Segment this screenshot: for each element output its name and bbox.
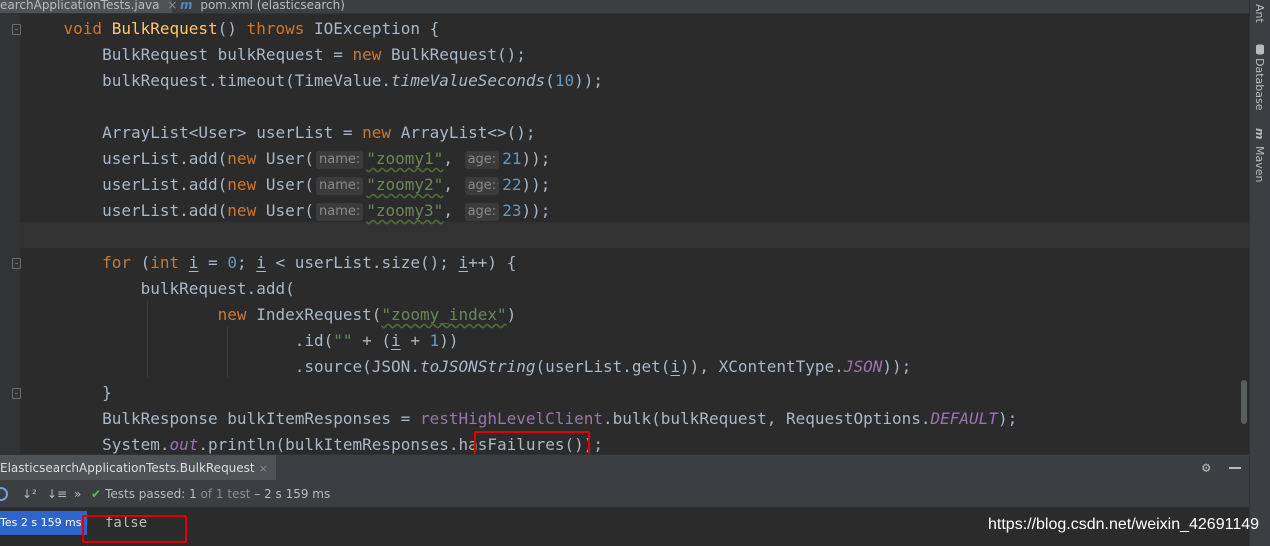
code-line-5: ArrayList<User> userList = new ArrayList… — [102, 123, 536, 142]
code-line-7: userList.add(new User(name: "zoomy2", age… — [102, 175, 551, 195]
tab-pom-xml[interactable]: m pom.xml (elasticsearch) — [174, 0, 345, 13]
passed-count: 1 — [189, 487, 197, 501]
console-area: Tes 2 s 159 ms false https://blog.csdn.n… — [0, 508, 1259, 546]
gear-icon[interactable]: ⚙ — [1202, 461, 1210, 475]
parameter-hint: name: — [316, 203, 364, 221]
code-line-2: BulkRequest bulkRequest = new BulkReques… — [102, 45, 526, 64]
tab-label: earchApplicationTests.java — [0, 0, 160, 12]
current-line-highlight — [20, 222, 1249, 248]
fold-marker-icon[interactable] — [12, 388, 21, 399]
run-toolbar: ↓² ↓≡ » ✔ Tests passed: 1 of 1 test – 2 s… — [0, 480, 1249, 508]
parameter-hint: age: — [464, 203, 500, 221]
parameter-hint: name: — [316, 151, 364, 169]
run-tab-bulk-request[interactable]: ElasticsearchApplicationTests.BulkReques… — [0, 455, 276, 481]
panel-divider[interactable] — [87, 508, 88, 546]
maven-icon: m — [1253, 128, 1266, 140]
maven-file-icon: m — [180, 0, 193, 12]
code-line-6: userList.add(new User(name: "zoomy1", age… — [102, 149, 551, 169]
parameter-hint: age: — [464, 177, 500, 195]
scrollbar-thumb[interactable] — [1241, 380, 1247, 424]
code-line-12: new IndexRequest("zoomy_index") — [217, 305, 517, 324]
code-line-14: .source(JSON.toJSONString(userList.get(i… — [294, 357, 912, 376]
check-icon: ✔ — [91, 487, 102, 501]
code-line-17: System.out.println(bulkItemResponses.has… — [102, 435, 603, 454]
sort-by-duration-icon[interactable]: ↓≡ — [47, 480, 67, 508]
code-line-3: bulkRequest.timeout(TimeValue.timeValueS… — [102, 71, 603, 90]
watermark-text: https://blog.csdn.net/weixin_42691149 — [988, 516, 1260, 533]
code-line-8: userList.add(new User(name: "zoomy3", age… — [102, 201, 551, 221]
code-line-15: } — [102, 383, 112, 402]
code-line-13: .id("" + (i + 1)) — [294, 331, 459, 350]
fold-marker-icon[interactable] — [12, 24, 21, 35]
console-output: false — [105, 515, 148, 531]
editor-scrollbar[interactable] — [1238, 14, 1249, 454]
minimize-icon[interactable] — [1229, 467, 1241, 469]
parameter-hint: name: — [316, 177, 364, 195]
parameter-hint: age: — [464, 151, 500, 169]
code-line-11: bulkRequest.add( — [140, 279, 295, 298]
database-icon — [1256, 44, 1264, 55]
database-tool-button[interactable]: Database — [1253, 58, 1266, 111]
run-tab-label: ElasticsearchApplicationTests.BulkReques… — [0, 461, 255, 475]
editor-tab-bar: earchApplicationTests.java × m pom.xml (… — [0, 0, 1249, 14]
code-line-10: for (int i = 0; i < userList.size(); i++… — [102, 253, 517, 272]
sort-alphabetically-icon[interactable]: ↓² — [22, 480, 37, 508]
rerun-icon[interactable] — [0, 487, 8, 501]
right-tool-strip: Ant Database m Maven — [1249, 0, 1270, 546]
run-panel-header: ElasticsearchApplicationTests.BulkReques… — [0, 454, 1249, 481]
test-status: ✔ Tests passed: 1 of 1 test – 2 s 159 ms — [91, 487, 331, 501]
tab-label: pom.xml (elasticsearch) — [200, 0, 345, 12]
close-icon[interactable]: × — [259, 462, 268, 475]
code-line-1: void BulkRequest() throws IOException { — [63, 19, 440, 38]
ant-tool-button[interactable]: Ant — [1253, 4, 1266, 23]
maven-tool-button[interactable]: Maven — [1253, 146, 1266, 182]
code-editor[interactable]: void BulkRequest() throws IOException { … — [0, 14, 1249, 454]
test-tree-item[interactable]: Tes 2 s 159 ms — [0, 511, 87, 535]
expand-toolbar-icon[interactable]: » — [74, 480, 81, 508]
has-failures-method: hasFailures — [458, 435, 565, 454]
fold-marker-icon[interactable] — [12, 258, 21, 269]
tab-elasticsearch-application-tests[interactable]: earchApplicationTests.java × — [0, 0, 177, 13]
code-line-16: BulkResponse bulkItemResponses = restHig… — [102, 409, 1018, 428]
